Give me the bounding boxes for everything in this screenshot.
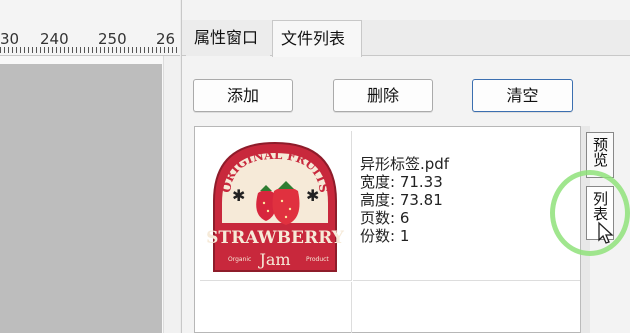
right-panel: 属性窗口 文件列表 添加 删除 清空 ORIGINAL FRUITS ✱ ✱ S… <box>181 0 630 333</box>
horizontal-ruler: 30 240 250 26 <box>0 0 180 56</box>
strawberry-label-thumbnail: ORIGINAL FRUITS ✱ ✱ STRAWBERRY Jam Organ… <box>206 141 345 272</box>
ruler-ticks <box>0 47 180 53</box>
star-icon: ✱ <box>306 186 319 205</box>
star-icon: ✱ <box>232 186 245 205</box>
file-name: 异形标签.pdf <box>360 155 450 173</box>
file-info: 异形标签.pdf 宽度: 71.33 高度: 73.81 页数: 6 份数: 1 <box>360 155 449 245</box>
clear-button[interactable]: 清空 <box>472 79 573 112</box>
delete-button[interactable]: 删除 <box>333 79 433 112</box>
vertical-scrollbar[interactable] <box>163 56 180 333</box>
mouse-pointer-icon <box>598 221 614 244</box>
file-width: 宽度: 71.33 <box>360 173 443 191</box>
app-window: 30 240 250 26 属性窗口 文件列表 添加 删除 清空 ORIGINA… <box>0 0 630 333</box>
ruler-label: 250 <box>98 30 127 48</box>
label-right-small: Product <box>306 256 329 263</box>
design-canvas[interactable] <box>0 56 180 333</box>
file-list: ORIGINAL FRUITS ✱ ✱ STRAWBERRY Jam Organ… <box>194 126 587 333</box>
file-copies: 份数: 1 <box>360 227 410 245</box>
canvas-background <box>0 64 162 333</box>
file-height: 高度: 73.81 <box>360 191 443 209</box>
label-bottom-text: Jam <box>257 250 290 269</box>
label-main-text: STRAWBERRY <box>206 228 345 248</box>
add-button[interactable]: 添加 <box>193 79 293 112</box>
tab-file-list[interactable]: 文件列表 <box>272 20 362 57</box>
file-pages: 页数: 6 <box>360 209 410 227</box>
panel-tabbar: 属性窗口 文件列表 <box>182 20 630 57</box>
ruler-labels: 30 240 250 26 <box>0 30 180 48</box>
ruler-label: 26 <box>156 30 176 48</box>
label-left-small: Organic <box>228 256 251 263</box>
file-thumbnail-cell[interactable]: ORIGINAL FRUITS ✱ ✱ STRAWBERRY Jam Organ… <box>200 131 352 281</box>
ruler-label: 240 <box>40 30 69 48</box>
tab-preview-label: 预览 <box>591 137 609 167</box>
click-highlight <box>550 170 630 256</box>
list-row-empty <box>200 282 352 333</box>
tab-properties[interactable]: 属性窗口 <box>186 20 270 56</box>
ruler-label: 30 <box>0 30 20 48</box>
